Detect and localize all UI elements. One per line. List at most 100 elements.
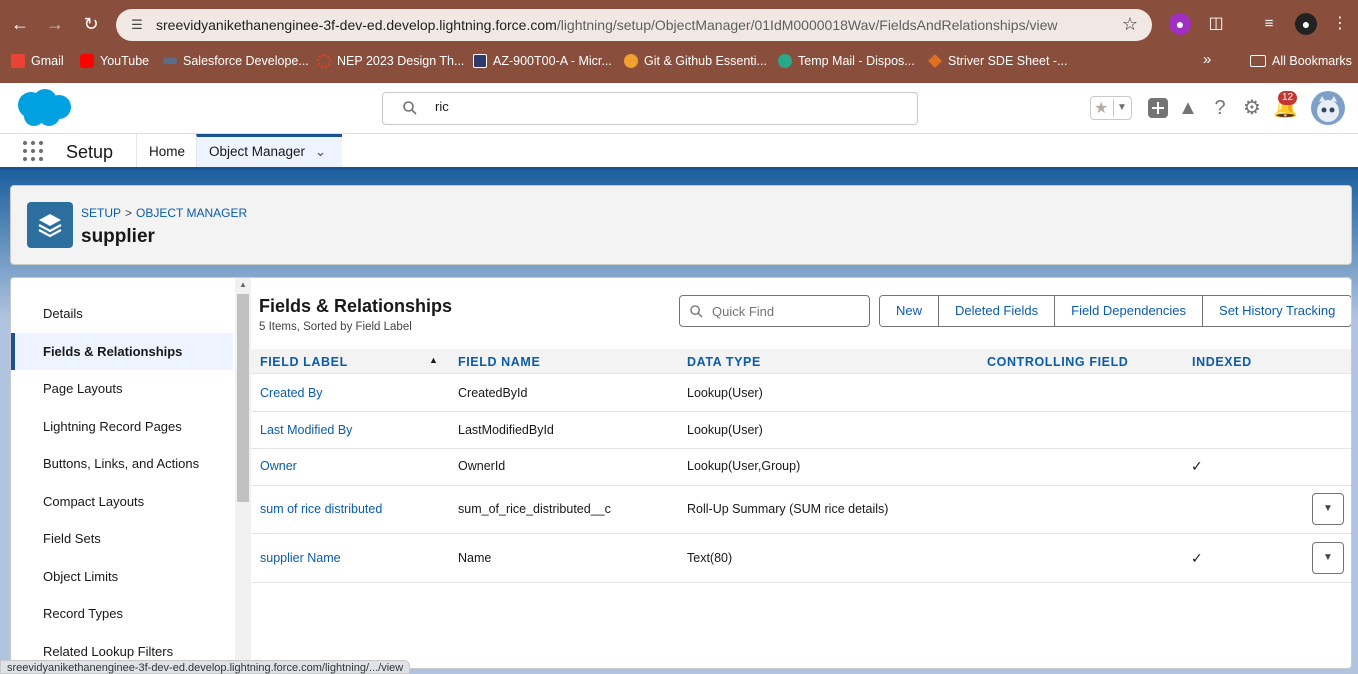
indexed-check-icon: ✓	[1191, 458, 1203, 474]
sidebar-item-details[interactable]: Details	[11, 295, 233, 332]
breadcrumb-setup[interactable]: SETUP	[81, 206, 121, 220]
quick-find[interactable]	[679, 295, 870, 327]
new-button[interactable]: New	[880, 296, 940, 326]
favorites-button[interactable]: ★ ▼	[1090, 96, 1132, 120]
bookmark-az900[interactable]: AZ-900T00-A - Micr...	[473, 54, 612, 68]
sidebar-item-object-limits[interactable]: Object Limits	[11, 558, 233, 595]
bookmark-striver[interactable]: Striver SDE Sheet -...	[928, 54, 1067, 68]
scrollbar-thumb[interactable]	[237, 294, 249, 502]
profile-avatar[interactable]: ●	[1295, 13, 1317, 35]
object-detail-card: Details Fields & Relationships Page Layo…	[10, 277, 1352, 669]
tab-home[interactable]: Home	[136, 134, 197, 167]
bookmark-gmail[interactable]: Gmail	[11, 54, 64, 68]
reload-icon[interactable]: ↻	[78, 11, 104, 37]
data-type: Roll-Up Summary (SUM rice details)	[687, 502, 889, 516]
field-name: sum_of_rice_distributed__c	[458, 502, 611, 516]
site-info-icon[interactable]: ☰	[128, 16, 146, 34]
more-bookmarks-icon[interactable]: »	[1203, 51, 1211, 68]
table-header: FIELD LABEL ▲ FIELD NAME DATA TYPE CONTR…	[251, 349, 1351, 374]
sidebar-item-field-sets[interactable]: Field Sets	[11, 520, 233, 557]
back-icon[interactable]: ←	[7, 11, 33, 37]
field-dependencies-button[interactable]: Field Dependencies	[1055, 296, 1204, 326]
trailhead-icon[interactable]: ▲	[1177, 97, 1199, 119]
column-field-name[interactable]: FIELD NAME	[458, 355, 540, 369]
chevron-down-icon: ▼	[1323, 503, 1333, 514]
bookmark-star-icon[interactable]: ☆	[1122, 14, 1138, 35]
striver-icon	[928, 54, 942, 68]
column-indexed[interactable]: INDEXED	[1192, 355, 1252, 369]
field-label-link[interactable]: Last Modified By	[260, 423, 352, 437]
bookmark-nep[interactable]: NEP 2023 Design Th...	[317, 54, 464, 68]
field-name: CreatedById	[458, 386, 528, 400]
section-subtitle: 5 Items, Sorted by Field Label	[259, 321, 412, 333]
data-type: Lookup(User)	[687, 386, 763, 400]
deleted-fields-button[interactable]: Deleted Fields	[939, 296, 1056, 326]
row-actions-button[interactable]: ▼	[1312, 493, 1344, 525]
indexed-check-icon: ✓	[1191, 550, 1203, 566]
sidebar-item-record-types[interactable]: Record Types	[11, 595, 233, 632]
chevron-down-icon[interactable]: ▼	[1117, 102, 1127, 113]
address-bar[interactable]: ☰ sreevidyanikethanenginee-3f-dev-ed.dev…	[116, 9, 1152, 41]
nep-icon	[317, 54, 331, 68]
app-launcher-icon[interactable]	[23, 141, 45, 163]
divider	[1113, 99, 1114, 117]
sort-ascending-icon[interactable]: ▲	[429, 355, 438, 365]
reading-list-icon[interactable]: ≡	[1258, 13, 1280, 35]
table-row: supplier Name Name Text(80) ✓ ▼	[251, 534, 1351, 583]
extensions-puzzle-icon[interactable]: ◫	[1205, 13, 1227, 35]
sidebar-item-page-layouts[interactable]: Page Layouts	[11, 370, 233, 407]
action-button-group: New Deleted Fields Field Dependencies Se…	[879, 295, 1351, 327]
field-label-link[interactable]: sum of rice distributed	[260, 502, 382, 516]
tempmail-icon	[778, 54, 792, 68]
field-label-link[interactable]: Owner	[260, 459, 297, 473]
favorite-star-icon[interactable]: ★	[1094, 98, 1108, 118]
quick-find-input[interactable]	[712, 304, 862, 319]
extension-icon[interactable]: ●	[1169, 13, 1191, 35]
global-actions-icon[interactable]	[1147, 97, 1169, 119]
bookmark-youtube[interactable]: YouTube	[80, 54, 149, 68]
tab-object-manager[interactable]: Object Manager ⌄	[196, 134, 342, 167]
breadcrumb: SETUP > OBJECT MANAGER	[81, 206, 248, 220]
bookmark-salesforce-developer[interactable]: Salesforce Develope...	[163, 54, 309, 68]
chevron-down-icon[interactable]: ⌄	[315, 137, 326, 167]
table-row: Created By CreatedById Lookup(User)	[251, 375, 1351, 412]
object-sidebar: Details Fields & Relationships Page Layo…	[11, 278, 235, 668]
row-actions-button[interactable]: ▼	[1312, 542, 1344, 574]
salesforce-logo[interactable]	[14, 88, 72, 128]
bookmark-git[interactable]: Git & Github Essenti...	[624, 54, 767, 68]
sidebar-item-lightning-record-pages[interactable]: Lightning Record Pages	[11, 408, 233, 445]
field-label-link[interactable]: supplier Name	[260, 551, 341, 565]
notifications-badge: 12	[1278, 91, 1298, 105]
global-search-input[interactable]	[435, 99, 895, 114]
browser-menu-icon[interactable]: ⋮	[1329, 13, 1351, 35]
user-avatar[interactable]	[1311, 91, 1345, 125]
column-data-type[interactable]: DATA TYPE	[687, 355, 761, 369]
gear-icon[interactable]: ⚙	[1241, 97, 1263, 119]
sidebar-item-fields-relationships[interactable]: Fields & Relationships	[11, 333, 233, 370]
field-name: LastModifiedById	[458, 423, 554, 437]
global-search[interactable]	[382, 92, 918, 125]
all-bookmarks[interactable]: All Bookmarks	[1250, 54, 1352, 68]
help-icon[interactable]: ?	[1209, 97, 1231, 119]
git-icon	[624, 54, 638, 68]
column-field-label[interactable]: FIELD LABEL	[260, 355, 348, 369]
table-row: Last Modified By LastModifiedById Lookup…	[251, 412, 1351, 449]
chevron-down-icon: ▼	[1323, 552, 1333, 563]
url-text: sreevidyanikethanenginee-3f-dev-ed.devel…	[156, 17, 1058, 33]
breadcrumb-object-manager[interactable]: OBJECT MANAGER	[136, 206, 247, 220]
browser-status-bar: sreevidyanikethanenginee-3f-dev-ed.devel…	[0, 660, 411, 674]
section-title: Fields & Relationships	[259, 296, 453, 316]
forward-icon[interactable]: →	[42, 11, 68, 37]
sidebar-item-compact-layouts[interactable]: Compact Layouts	[11, 483, 233, 520]
set-history-tracking-button[interactable]: Set History Tracking	[1203, 296, 1351, 326]
table-row: sum of rice distributed sum_of_rice_dist…	[251, 486, 1351, 534]
column-controlling-field[interactable]: CONTROLLING FIELD	[987, 355, 1128, 369]
table-row: Owner OwnerId Lookup(User,Group) ✓	[251, 449, 1351, 486]
scroll-up-icon[interactable]: ▲	[239, 280, 247, 289]
bookmark-tempmail[interactable]: Temp Mail - Dispos...	[778, 54, 915, 68]
field-name: OwnerId	[458, 459, 506, 473]
sidebar-scrollbar[interactable]: ▲ ▼	[235, 278, 251, 668]
sidebar-item-buttons-links-actions[interactable]: Buttons, Links, and Actions	[11, 445, 233, 482]
youtube-icon	[80, 54, 94, 68]
field-label-link[interactable]: Created By	[260, 386, 323, 400]
